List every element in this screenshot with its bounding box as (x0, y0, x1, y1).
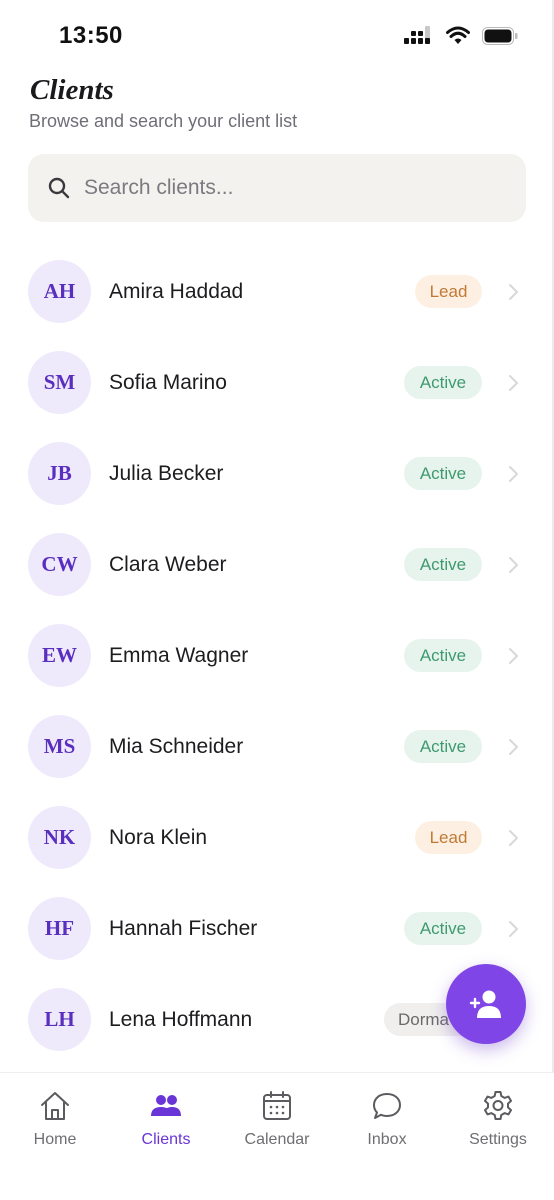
avatar-initials: NK (43, 825, 76, 849)
avatar-initials: CW (41, 552, 78, 576)
page-title: Clients (30, 74, 114, 106)
client-row[interactable]: MS Mia Schneider Active (0, 700, 554, 791)
chat-icon (373, 1093, 401, 1119)
add-client-button[interactable] (446, 964, 526, 1044)
status-time: 13:50 (59, 22, 123, 49)
nav-label: Home (33, 1131, 77, 1148)
avatar: EW (28, 624, 91, 687)
nav-label: Inbox (367, 1131, 407, 1148)
avatar: NK (28, 806, 91, 869)
avatar: LH (28, 988, 91, 1051)
status-badge: Lead (415, 821, 482, 854)
home-icon (41, 1092, 69, 1120)
nav-item-clients[interactable]: Clients (116, 1089, 216, 1149)
status-badge: Active (404, 912, 482, 945)
gear-icon (484, 1091, 512, 1120)
cellular-signal-icon (404, 26, 430, 44)
client-name: Clara Weber (109, 553, 227, 576)
avatar: AH (28, 260, 91, 323)
chevron-right-icon (509, 466, 518, 482)
client-name: Emma Wagner (109, 644, 249, 667)
client-name: Nora Klein (109, 826, 208, 849)
users-icon (151, 1095, 181, 1116)
status-badge: Active (404, 639, 482, 672)
status-icons (404, 26, 518, 46)
avatar-initials: SM (43, 370, 76, 394)
client-name: Mia Schneider (109, 735, 244, 758)
avatar-initials: MS (43, 734, 76, 758)
avatar: JB (28, 442, 91, 505)
client-row[interactable]: JB Julia Becker Active (0, 427, 554, 518)
search-input[interactable] (84, 176, 484, 200)
search-icon (48, 177, 70, 199)
client-row[interactable]: HF Hannah Fischer Active (0, 882, 554, 973)
bottom-nav: Home Clients Calendar Inbox Settings (0, 1072, 554, 1200)
client-row[interactable]: SM Sofia Marino Active (0, 336, 554, 427)
nav-item-inbox[interactable]: Inbox (337, 1089, 437, 1149)
status-bar: 13:50 (0, 0, 554, 76)
client-list: AH Amira Haddad Lead SM Sofia Marino Act… (0, 245, 554, 1064)
nav-item-settings[interactable]: Settings (448, 1089, 548, 1149)
chevron-right-icon (509, 921, 518, 937)
status-badge: Active (404, 457, 482, 490)
avatar-initials: HF (44, 916, 75, 940)
add-user-icon (469, 990, 501, 1018)
status-badge: Lead (415, 275, 482, 308)
nav-item-calendar[interactable]: Calendar (227, 1089, 327, 1149)
page-subtitle: Browse and search your client list (29, 111, 298, 131)
chevron-right-icon (509, 830, 518, 846)
client-row[interactable]: NK Nora Klein Lead (0, 791, 554, 882)
avatar: MS (28, 715, 91, 778)
client-name: Sofia Marino (109, 371, 227, 394)
search-bar[interactable] (28, 154, 526, 222)
client-row[interactable]: CW Clara Weber Active (0, 518, 554, 609)
avatar-initials: EW (41, 643, 77, 667)
avatar: SM (28, 351, 91, 414)
status-badge: Active (404, 730, 482, 763)
status-badge: Active (404, 548, 482, 581)
wifi-icon (446, 26, 470, 44)
client-name: Hannah Fischer (109, 917, 258, 940)
client-name: Julia Becker (109, 462, 224, 485)
calendar-icon (263, 1091, 291, 1120)
nav-label: Calendar (244, 1131, 310, 1148)
chevron-right-icon (509, 739, 518, 755)
chevron-right-icon (509, 375, 518, 391)
chevron-right-icon (509, 648, 518, 664)
client-row[interactable]: AH Amira Haddad Lead (0, 245, 554, 336)
avatar-initials: AH (43, 279, 76, 303)
chevron-right-icon (509, 557, 518, 573)
avatar-initials: JB (47, 461, 72, 485)
battery-icon (482, 27, 518, 45)
nav-item-home[interactable]: Home (5, 1089, 105, 1149)
client-name: Lena Hoffmann (109, 1008, 253, 1031)
status-badge: Active (404, 366, 482, 399)
avatar: CW (28, 533, 91, 596)
avatar: HF (28, 897, 91, 960)
avatar-initials: LH (44, 1007, 75, 1031)
nav-label: Clients (141, 1131, 191, 1148)
client-row[interactable]: EW Emma Wagner Active (0, 609, 554, 700)
chevron-right-icon (509, 284, 518, 300)
nav-label: Settings (469, 1131, 527, 1148)
client-name: Amira Haddad (109, 280, 244, 303)
